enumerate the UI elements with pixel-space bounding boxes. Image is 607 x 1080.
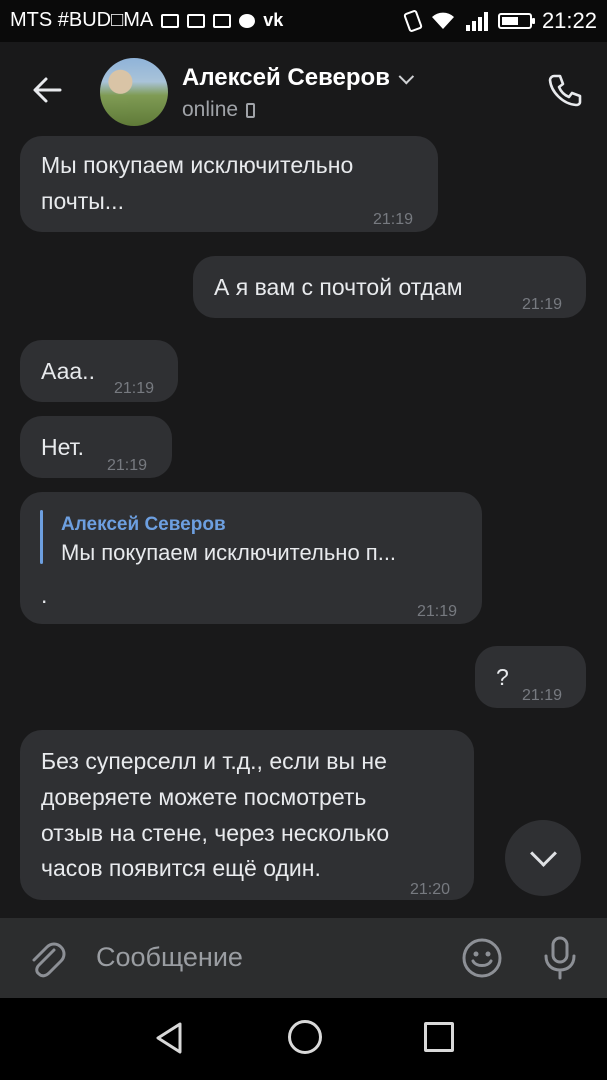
carrier-label: MTS #BUD□MA [10,9,154,31]
contact-name[interactable]: Алексей Северов [182,64,415,92]
message-input[interactable]: Сообщение [96,942,243,973]
message-text: Ааа.. [41,358,95,384]
attach-icon[interactable] [24,936,68,980]
reply-quote-bar [40,510,43,564]
nav-back-icon[interactable] [152,1020,188,1056]
message-time: 21:19 [373,211,414,228]
chat-notification-icon [239,13,256,28]
message-time: 21:19 [107,457,148,474]
vk-notification-icon: vk [263,10,284,30]
chevron-down-icon [398,68,415,85]
vibrate-off-icon [402,9,423,33]
message-bubble-incoming[interactable]: Ааа.. 21:19 [20,340,178,402]
presence-text: online [182,98,239,121]
mic-icon[interactable] [538,934,582,982]
message-bubble-outgoing[interactable]: ? 21:19 [475,646,586,708]
clock: 21:22 [541,8,597,33]
message-composer: Сообщение [0,918,607,998]
message-text: почты... [41,188,124,214]
message-text: доверяете можете посмотреть [41,784,367,810]
gallery-notification-icon [161,13,180,28]
status-bar-left: MTS #BUD□MA vk [10,9,283,32]
nav-home-icon[interactable] [288,1020,322,1054]
signal-icon [465,11,488,31]
mobile-device-icon [246,102,256,118]
message-bubble-incoming[interactable]: Нет. 21:19 [20,416,172,478]
smile-icon[interactable] [460,936,504,980]
keyboard-notification-icon-2 [213,13,232,28]
contact-name-text: Алексей Северов [182,64,390,91]
chat-header: Алексей Северов online [0,42,607,138]
wifi-icon [431,12,454,29]
keyboard-notification-icon [187,13,206,28]
message-bubble-outgoing[interactable]: А я вам с почтой отдам 21:19 [193,256,586,318]
message-bubble-incoming[interactable]: Без суперселл и т.д., если вы не доверяе… [20,730,474,900]
message-text: Мы покупаем исключительно [41,152,354,178]
message-text: ? [496,664,509,690]
status-bar-right: 21:22 [402,8,597,34]
scroll-down-button[interactable] [505,820,581,896]
system-nav-bar [0,998,607,1080]
phone-icon[interactable] [545,70,585,110]
message-text: Нет. [41,434,85,460]
reply-text: Мы покупаем исключительно п... [61,540,397,565]
message-text: А я вам с почтой отдам [214,274,463,300]
battery-icon [497,13,535,29]
message-text: Без суперселл и т.д., если вы не [41,748,387,774]
status-bar: MTS #BUD□MA vk 21:22 [0,0,607,42]
message-text: отзыв на стене, через несколько [41,820,390,846]
message-bubble-incoming[interactable]: Мы покупаем исключительно почты... 21:19 [20,136,438,232]
message-time: 21:19 [522,687,563,704]
nav-recent-icon[interactable] [424,1022,454,1052]
message-bubble-reply[interactable]: Алексей Северов Мы покупаем исключительн… [20,492,482,624]
presence-status: online [182,98,256,122]
message-time: 21:20 [410,881,451,898]
message-time: 21:19 [114,380,155,397]
message-text: часов появится ещё один. [41,855,321,881]
message-time: 21:19 [417,603,458,620]
avatar[interactable] [100,58,168,126]
back-arrow-icon[interactable] [28,70,68,110]
message-time: 21:19 [522,296,563,313]
message-text: . [41,582,48,608]
